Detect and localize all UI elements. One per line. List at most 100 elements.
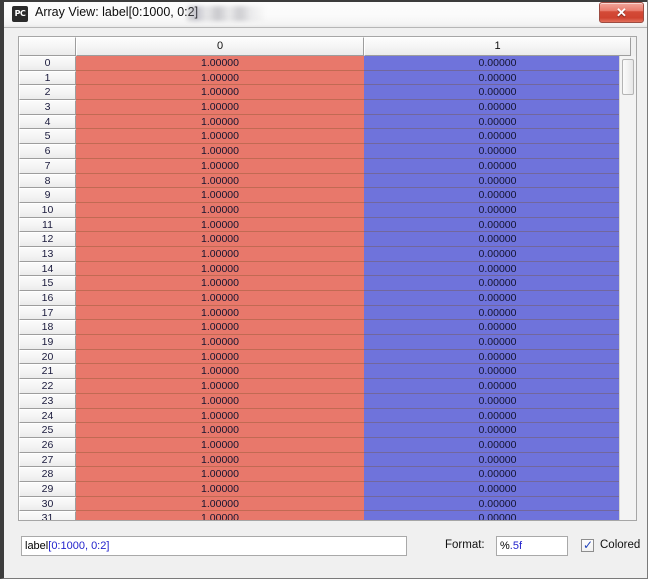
table-row[interactable]: 9 1.00000 0.00000 [19, 188, 631, 203]
expression-input[interactable]: label[0:1000, 0:2] [21, 536, 407, 556]
cell-r29-c0[interactable]: 1.00000 [76, 481, 364, 497]
row-header-8[interactable]: 8 [19, 173, 76, 189]
cell-r16-c0[interactable]: 1.00000 [76, 291, 364, 306]
table-row[interactable]: 2 1.00000 0.00000 [19, 85, 631, 101]
row-header-5[interactable]: 5 [19, 129, 76, 145]
cell-r30-c0[interactable]: 1.00000 [76, 496, 364, 512]
row-header-16[interactable]: 16 [19, 291, 76, 306]
row-header-11[interactable]: 11 [19, 217, 76, 233]
cell-r9-c0[interactable]: 1.00000 [76, 188, 364, 203]
table-row[interactable]: 26 1.00000 0.00000 [19, 437, 631, 453]
colored-checkbox[interactable]: ✓ [581, 538, 594, 552]
cell-r20-c0[interactable]: 1.00000 [76, 349, 364, 365]
row-header-12[interactable]: 12 [19, 232, 76, 247]
table-row[interactable]: 30 1.00000 0.00000 [19, 496, 631, 512]
cell-r18-c0[interactable]: 1.00000 [76, 320, 364, 336]
row-header-6[interactable]: 6 [19, 144, 76, 159]
close-button[interactable]: ✕ [599, 2, 644, 23]
format-input[interactable]: %.5f [496, 536, 568, 556]
table-row[interactable]: 24 1.00000 0.00000 [19, 408, 631, 424]
cell-r7-c0[interactable]: 1.00000 [76, 158, 364, 174]
cell-r26-c0[interactable]: 1.00000 [76, 437, 364, 453]
cell-r6-c0[interactable]: 1.00000 [76, 144, 364, 159]
table-row[interactable]: 25 1.00000 0.00000 [19, 423, 631, 438]
row-header-7[interactable]: 7 [19, 158, 76, 174]
vertical-scrollbar[interactable] [619, 56, 636, 520]
table-row[interactable]: 28 1.00000 0.00000 [19, 467, 631, 482]
table-row[interactable]: 4 1.00000 0.00000 [19, 114, 631, 130]
row-header-21[interactable]: 21 [19, 364, 76, 380]
row-header-31[interactable]: 31 [19, 511, 76, 520]
cell-r23-c0[interactable]: 1.00000 [76, 393, 364, 409]
table-row[interactable]: 7 1.00000 0.00000 [19, 158, 631, 174]
row-header-30[interactable]: 30 [19, 496, 76, 512]
cell-r11-c0[interactable]: 1.00000 [76, 217, 364, 233]
table-row[interactable]: 16 1.00000 0.00000 [19, 291, 631, 306]
cell-r9-c1[interactable]: 0.00000 [364, 188, 631, 203]
row-header-20[interactable]: 20 [19, 349, 76, 365]
table-row[interactable]: 10 1.00000 0.00000 [19, 202, 631, 218]
table-row[interactable]: 15 1.00000 0.00000 [19, 276, 631, 291]
row-header-0[interactable]: 0 [19, 56, 76, 71]
column-header-1[interactable]: 1 [364, 37, 631, 56]
table-row[interactable]: 17 1.00000 0.00000 [19, 305, 631, 321]
cell-r17-c0[interactable]: 1.00000 [76, 305, 364, 321]
row-header-10[interactable]: 10 [19, 202, 76, 218]
cell-r25-c1[interactable]: 0.00000 [364, 423, 631, 438]
table-row[interactable]: 31 1.00000 0.00000 [19, 511, 631, 520]
cell-r29-c1[interactable]: 0.00000 [364, 481, 631, 497]
cell-r21-c0[interactable]: 1.00000 [76, 364, 364, 380]
cell-r12-c1[interactable]: 0.00000 [364, 232, 631, 247]
cell-r11-c1[interactable]: 0.00000 [364, 217, 631, 233]
cell-r23-c1[interactable]: 0.00000 [364, 393, 631, 409]
table-row[interactable]: 20 1.00000 0.00000 [19, 349, 631, 365]
cell-r6-c1[interactable]: 0.00000 [364, 144, 631, 159]
cell-r2-c1[interactable]: 0.00000 [364, 85, 631, 101]
cell-r13-c1[interactable]: 0.00000 [364, 246, 631, 262]
cell-r15-c1[interactable]: 0.00000 [364, 276, 631, 291]
table-row[interactable]: 1 1.00000 0.00000 [19, 70, 631, 86]
column-header-0[interactable]: 0 [76, 37, 364, 56]
cell-r1-c1[interactable]: 0.00000 [364, 70, 631, 86]
cell-r26-c1[interactable]: 0.00000 [364, 437, 631, 453]
table-row[interactable]: 3 1.00000 0.00000 [19, 100, 631, 115]
table-row[interactable]: 23 1.00000 0.00000 [19, 393, 631, 409]
cell-r0-c0[interactable]: 1.00000 [76, 56, 364, 71]
cell-r8-c1[interactable]: 0.00000 [364, 173, 631, 189]
cell-r24-c1[interactable]: 0.00000 [364, 408, 631, 424]
cell-r31-c0[interactable]: 1.00000 [76, 511, 364, 520]
table-row[interactable]: 0 1.00000 0.00000 [19, 56, 631, 71]
cell-r2-c0[interactable]: 1.00000 [76, 85, 364, 101]
cell-r7-c1[interactable]: 0.00000 [364, 158, 631, 174]
cell-r4-c1[interactable]: 0.00000 [364, 114, 631, 130]
table-body[interactable]: 0 1.00000 0.00000 1 1.00000 0.00000 2 1.00000 0.… [19, 56, 631, 520]
cell-r3-c0[interactable]: 1.00000 [76, 100, 364, 115]
row-header-22[interactable]: 22 [19, 379, 76, 394]
cell-r30-c1[interactable]: 0.00000 [364, 496, 631, 512]
row-header-15[interactable]: 15 [19, 276, 76, 291]
table-row[interactable]: 29 1.00000 0.00000 [19, 481, 631, 497]
cell-r14-c1[interactable]: 0.00000 [364, 261, 631, 277]
cell-r19-c1[interactable]: 0.00000 [364, 335, 631, 350]
cell-r24-c0[interactable]: 1.00000 [76, 408, 364, 424]
row-header-18[interactable]: 18 [19, 320, 76, 336]
table-row[interactable]: 6 1.00000 0.00000 [19, 144, 631, 159]
cell-r22-c1[interactable]: 0.00000 [364, 379, 631, 394]
cell-r10-c1[interactable]: 0.00000 [364, 202, 631, 218]
table-row[interactable]: 21 1.00000 0.00000 [19, 364, 631, 380]
cell-r22-c0[interactable]: 1.00000 [76, 379, 364, 394]
cell-r25-c0[interactable]: 1.00000 [76, 423, 364, 438]
cell-r15-c0[interactable]: 1.00000 [76, 276, 364, 291]
cell-r17-c1[interactable]: 0.00000 [364, 305, 631, 321]
row-header-25[interactable]: 25 [19, 423, 76, 438]
row-header-23[interactable]: 23 [19, 393, 76, 409]
cell-r21-c1[interactable]: 0.00000 [364, 364, 631, 380]
cell-r19-c0[interactable]: 1.00000 [76, 335, 364, 350]
table-row[interactable]: 19 1.00000 0.00000 [19, 335, 631, 350]
cell-r4-c0[interactable]: 1.00000 [76, 114, 364, 130]
window-titlebar[interactable]: PC Array View: label[0:1000, 0:2] ✕ [4, 0, 647, 28]
cell-r31-c1[interactable]: 0.00000 [364, 511, 631, 520]
table-row[interactable]: 11 1.00000 0.00000 [19, 217, 631, 233]
cell-r27-c0[interactable]: 1.00000 [76, 452, 364, 468]
cell-r13-c0[interactable]: 1.00000 [76, 246, 364, 262]
